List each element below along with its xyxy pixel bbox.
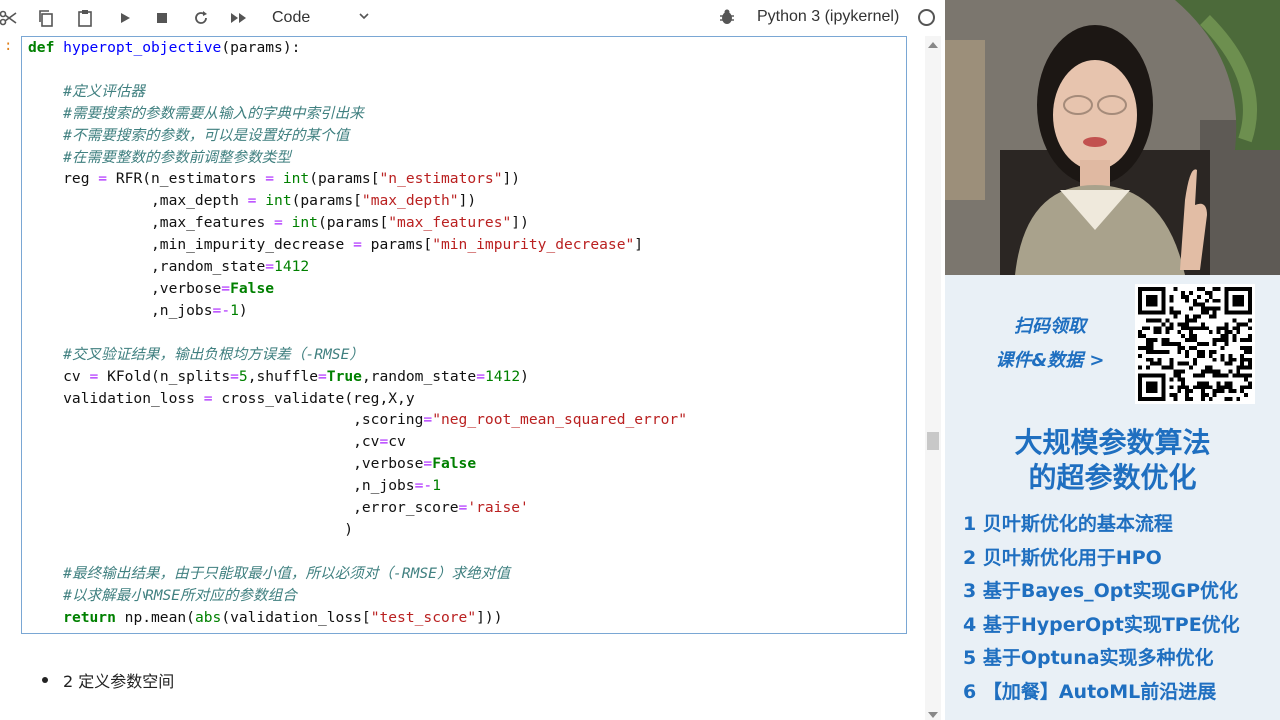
promo-line-2[interactable]: 课件&数据 >	[975, 344, 1125, 378]
promo-line-1: 扫码领取	[1014, 316, 1086, 337]
paste-icon[interactable]	[73, 6, 97, 30]
chevron-down-icon	[358, 10, 370, 25]
lesson-list: 1 贝叶斯优化的基本流程 2 贝叶斯优化用于HPO 3 基于Bayes_Opt实…	[963, 508, 1278, 709]
lesson-item: 2 贝叶斯优化用于HPO	[963, 546, 1162, 569]
course-side-panel: 扫码领取 课件&数据 > 大规模参数算法 的超参数优化 1 贝叶斯优化的基本流程…	[945, 0, 1280, 720]
lesson-item: 5 基于Optuna实现多种优化	[963, 647, 1214, 669]
cell-type-select[interactable]: Code	[262, 4, 380, 32]
lesson-item: 1 贝叶斯优化的基本流程	[963, 513, 1173, 535]
course-title-line-1: 大规模参数算法	[1014, 426, 1211, 459]
lesson-item: 3 基于Bayes_Opt实现GP优化	[963, 580, 1238, 602]
course-title-line-2: 的超参数优化	[1028, 461, 1197, 494]
vertical-scrollbar[interactable]	[925, 36, 941, 720]
restart-icon[interactable]	[189, 6, 213, 30]
bullet-icon	[42, 677, 48, 683]
debugger-icon[interactable]	[718, 8, 736, 26]
kernel-name[interactable]: Python 3 (ipykernel)	[757, 8, 899, 26]
copy-icon[interactable]	[34, 6, 58, 30]
cell-type-value: Code	[272, 9, 311, 26]
scroll-thumb[interactable]	[927, 432, 939, 450]
scroll-down-icon[interactable]	[928, 712, 938, 718]
code-cell[interactable]: def hyperopt_objective(params): #定义评估器 #…	[21, 36, 907, 634]
markdown-text: 2 定义参数空间	[63, 672, 175, 691]
notebook-toolbar: Code Python 3 (ipykernel)	[0, 0, 945, 36]
presenter-webcam	[945, 0, 1280, 275]
notebook-area: Code Python 3 (ipykernel) : def hyperopt…	[0, 0, 945, 720]
cell-prompt: :	[4, 38, 13, 54]
markdown-list-item: 2 定义参数空间	[42, 668, 174, 692]
lesson-item: 6 【加餐】AutoML前沿进展	[963, 680, 1217, 703]
qr-promo-text: 扫码领取 课件&数据 >	[975, 310, 1125, 378]
qr-code-image	[1135, 284, 1255, 404]
scroll-up-icon[interactable]	[928, 42, 938, 48]
cut-icon[interactable]	[0, 6, 20, 30]
code-editor[interactable]: def hyperopt_objective(params): #定义评估器 #…	[28, 37, 687, 628]
kernel-status-icon	[918, 9, 935, 26]
run-icon[interactable]	[113, 6, 137, 30]
stop-icon[interactable]	[150, 6, 174, 30]
course-title: 大规模参数算法 的超参数优化	[945, 425, 1280, 495]
lesson-item: 4 基于HyperOpt实现TPE优化	[963, 613, 1240, 636]
fast-forward-icon[interactable]	[227, 6, 251, 30]
